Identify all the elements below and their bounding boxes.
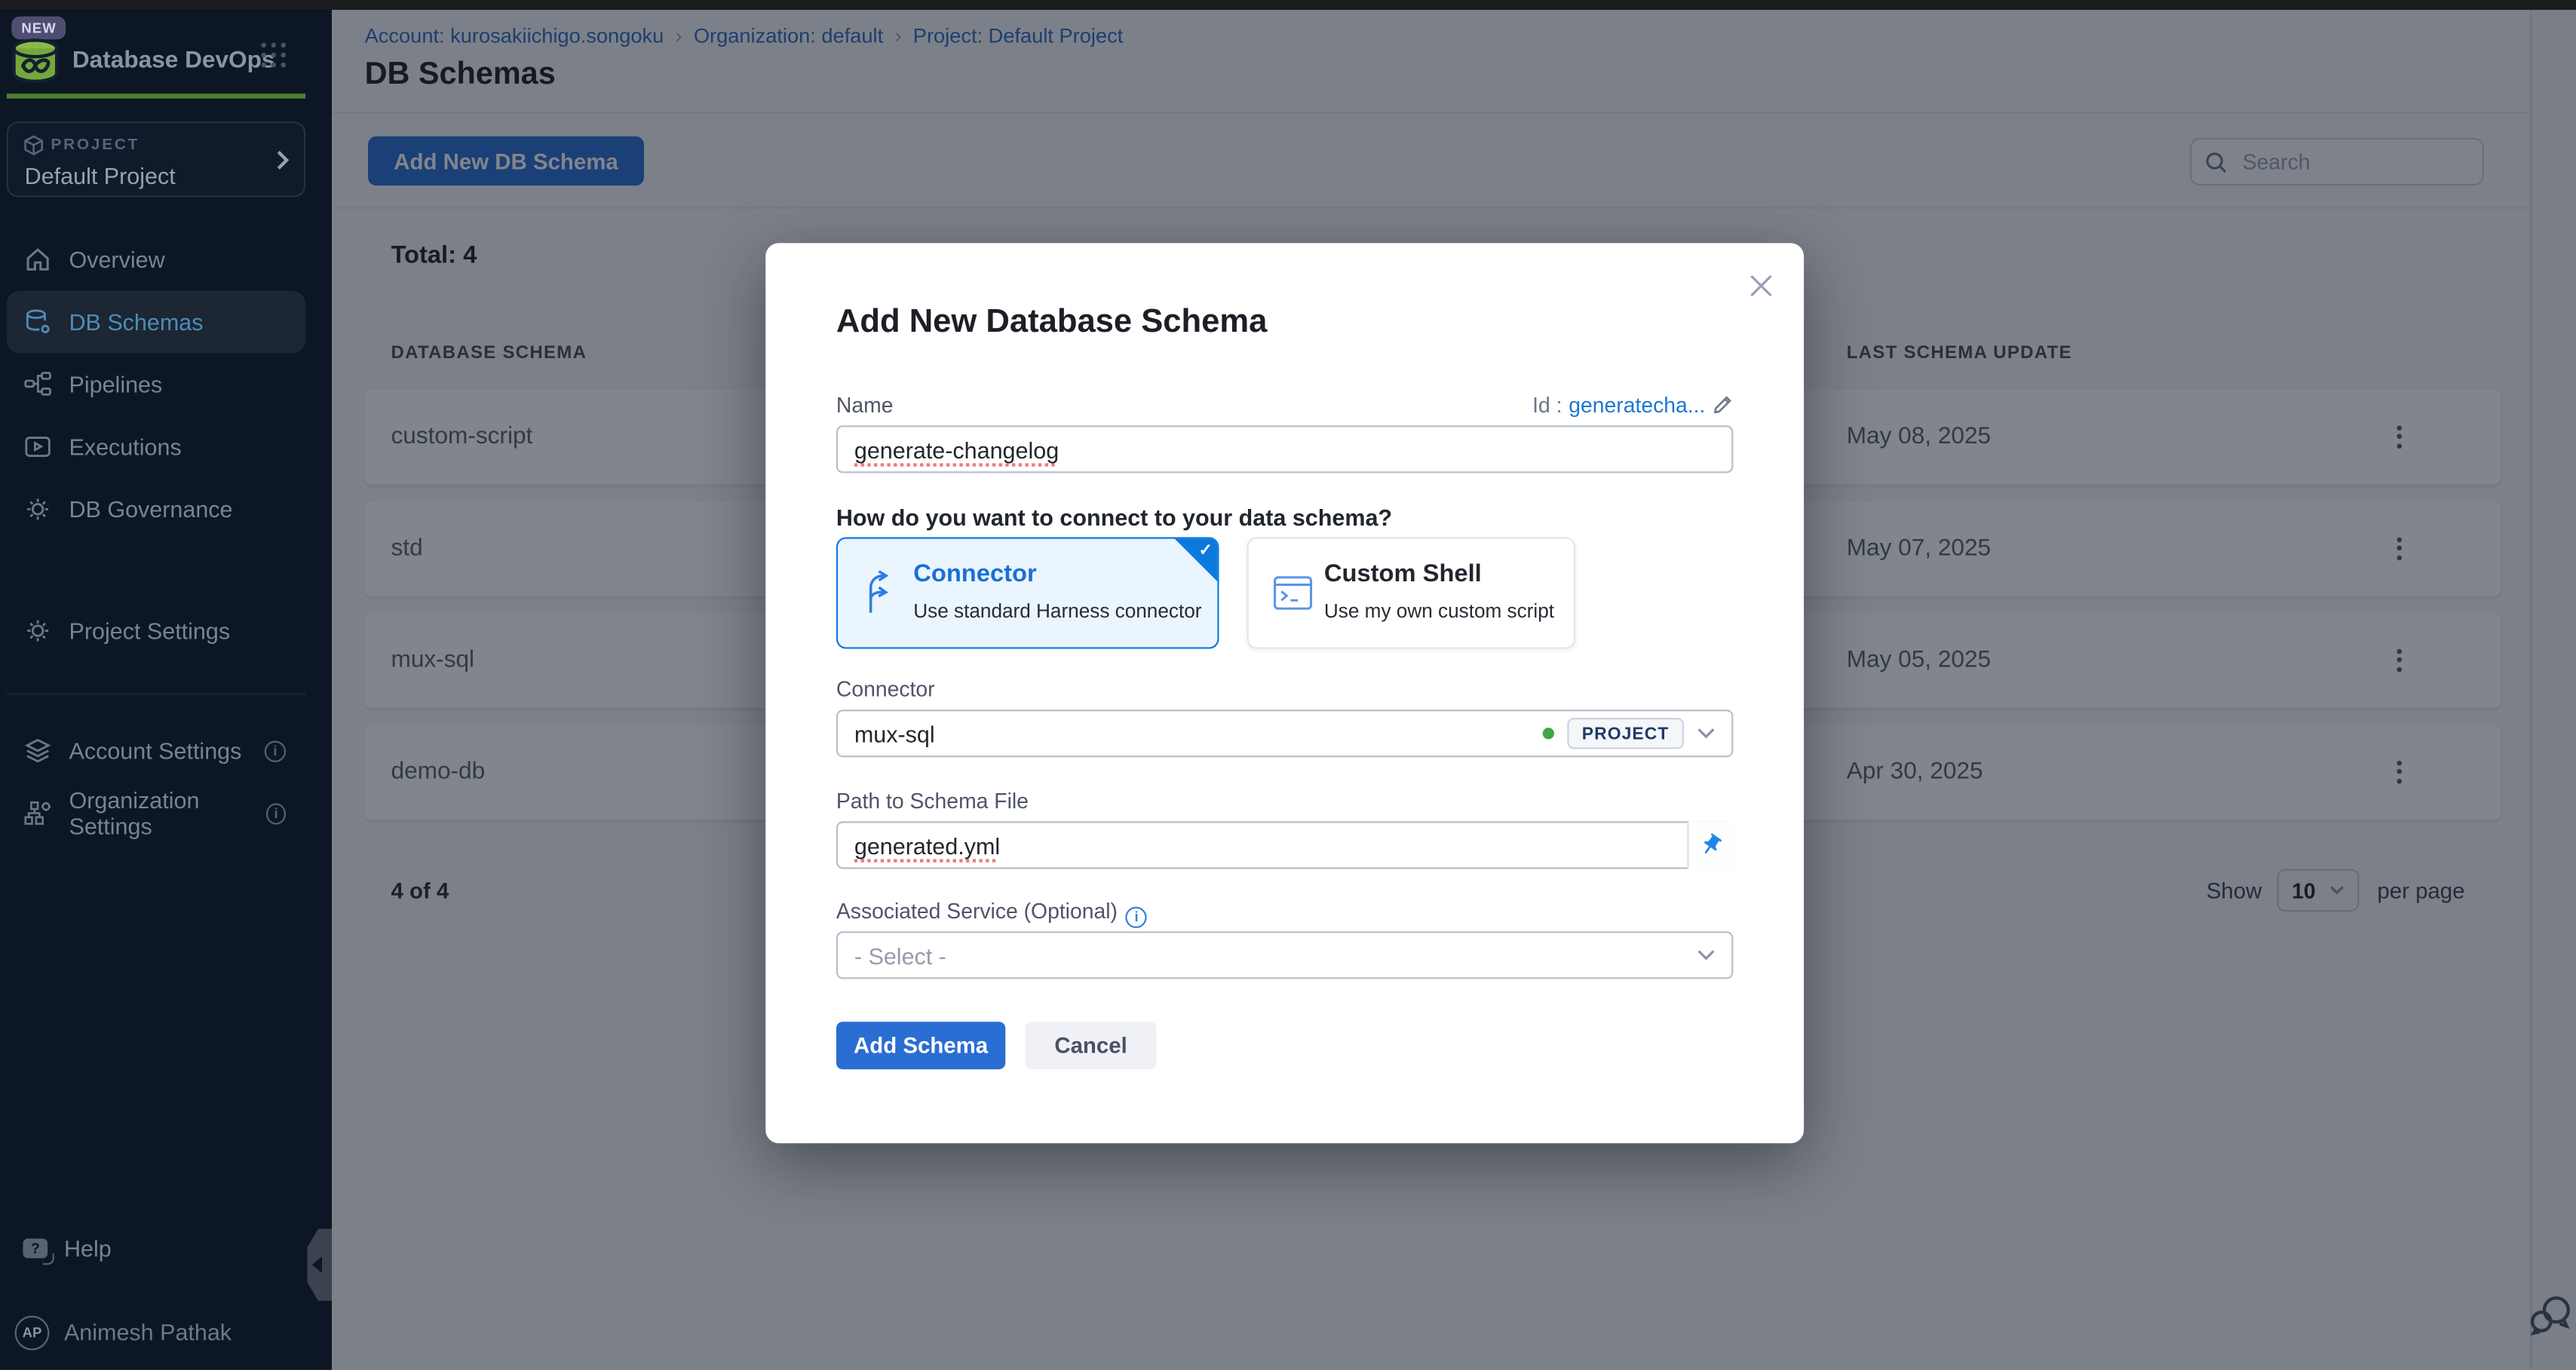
user-name: Animesh Pathak [64, 1319, 232, 1345]
sidebar-item-pipelines[interactable]: Pipelines [7, 353, 305, 415]
help-chat-icon: ? [23, 1239, 48, 1258]
connector-select[interactable]: mux-sql PROJECT [836, 710, 1733, 757]
pipelines-icon [23, 369, 52, 399]
sidebar-item-db-governance[interactable]: DB Governance [7, 478, 305, 541]
service-select[interactable]: - Select - [836, 931, 1733, 979]
gear-icon [23, 616, 52, 645]
pushpin-icon [1699, 833, 1724, 858]
connector-branch-icon [863, 569, 899, 618]
connect-question: How do you want to connect to your data … [836, 504, 1392, 531]
module-grid-icon[interactable] [261, 43, 286, 68]
collapse-arrow-icon [312, 1257, 322, 1273]
project-eyebrow: PROJECT [51, 136, 140, 155]
project-selector[interactable]: PROJECT Default Project [7, 121, 305, 197]
info-icon[interactable]: i [1126, 906, 1147, 927]
pin-button[interactable] [1687, 821, 1733, 869]
close-icon[interactable] [1745, 269, 1778, 302]
top-window-strip [0, 0, 2576, 10]
avatar: AP [15, 1315, 50, 1350]
check-icon: ✓ [1199, 542, 1213, 560]
connector-label: Connector [836, 677, 935, 702]
cancel-button[interactable]: Cancel [1025, 1022, 1156, 1069]
module-accent-line [7, 93, 305, 97]
sidebar: NEW Database DevOps PROJECT Default Proj… [0, 0, 332, 1370]
org-gear-icon [23, 798, 52, 828]
database-devops-logo-icon [10, 38, 61, 84]
sidebar-item-project-settings[interactable]: Project Settings [7, 599, 305, 662]
sidebar-collapse-handle[interactable] [307, 1229, 332, 1301]
connectivity-status-dot [1542, 728, 1553, 739]
scope-badge: PROJECT [1567, 718, 1684, 749]
home-icon [23, 245, 52, 274]
option-card-connector[interactable]: ✓ Connector Use standard Harness connect… [836, 537, 1219, 648]
support-chat-icon[interactable] [2528, 1295, 2573, 1344]
sidebar-item-organization-settings[interactable]: Organization Settings i [7, 782, 305, 844]
product-name: Database DevOps [72, 48, 275, 74]
info-icon[interactable]: i [265, 740, 286, 761]
app-root: NEW Database DevOps PROJECT Default Proj… [0, 0, 2576, 1370]
path-input[interactable]: generated.yml [836, 821, 1733, 869]
db-schema-icon [23, 307, 52, 336]
terminal-icon [1273, 576, 1312, 611]
chevron-down-icon [1697, 949, 1715, 961]
name-label: Name [836, 393, 894, 418]
sidebar-item-account-settings[interactable]: Account Settings i [7, 719, 305, 782]
id-link[interactable]: generatecha... [1569, 393, 1705, 418]
entity-id: Id : generatecha... [1532, 393, 1733, 418]
project-name: Default Project [25, 163, 176, 189]
option-card-custom-shell[interactable]: Custom Shell Use my own custom script [1247, 537, 1576, 648]
path-label: Path to Schema File [836, 789, 1029, 814]
product-logo[interactable]: Database DevOps [10, 38, 274, 84]
sidebar-divider [7, 693, 305, 694]
chevron-right-icon [276, 149, 289, 170]
name-input[interactable]: generate-changelog [836, 425, 1733, 473]
service-label: Associated Service (Optional)i [836, 899, 1147, 927]
chevron-down-icon [1697, 728, 1715, 739]
sidebar-user[interactable]: AP Animesh Pathak [7, 1303, 319, 1362]
add-schema-button[interactable]: Add Schema [836, 1022, 1005, 1069]
sidebar-item-overview[interactable]: Overview [7, 228, 305, 291]
executions-icon [23, 432, 52, 461]
add-schema-modal: Add New Database Schema Name Id : genera… [765, 243, 1804, 1143]
edit-pencil-icon[interactable] [1712, 394, 1733, 415]
modal-title: Add New Database Schema [836, 304, 1268, 342]
sidebar-item-db-schemas[interactable]: DB Schemas [7, 291, 305, 354]
sidebar-item-executions[interactable]: Executions [7, 415, 305, 478]
layers-gear-icon [23, 736, 52, 765]
cube-icon [23, 135, 44, 156]
new-badge: NEW [11, 17, 66, 39]
sidebar-item-help[interactable]: ? Help [7, 1217, 305, 1280]
info-icon[interactable]: i [266, 802, 286, 823]
gear-icon [23, 495, 52, 524]
